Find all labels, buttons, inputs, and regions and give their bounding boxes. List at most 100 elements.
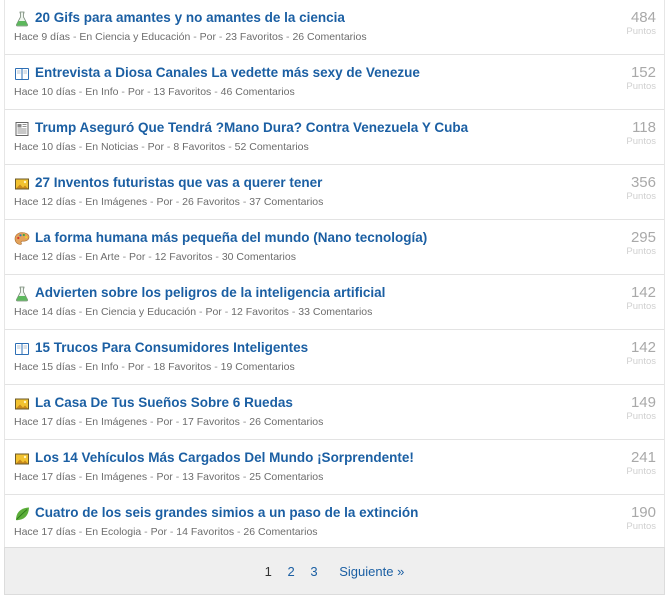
post-category: En Ciencia y Educación — [85, 306, 197, 318]
points-value: 241 — [630, 449, 656, 466]
post-age: Hace 14 días — [14, 306, 76, 318]
image-icon — [14, 396, 30, 412]
post-category: En Info — [85, 86, 119, 98]
post-age: Hace 17 días — [14, 471, 76, 483]
post-row: 15 Trucos Para Consumidores Inteligentes… — [5, 330, 664, 385]
post-comments: 46 Comentarios — [220, 86, 295, 98]
post-comments: 25 Comentarios — [249, 471, 324, 483]
post-points: 118 Puntos — [596, 119, 656, 148]
points-value: 295 — [630, 229, 656, 246]
post-category: En Arte — [85, 251, 120, 263]
post-category: En Imágenes — [85, 471, 148, 483]
points-label: Puntos — [626, 191, 656, 202]
points-value: 142 — [630, 339, 656, 356]
post-comments: 26 Comentarios — [249, 416, 324, 428]
points-value: 118 — [632, 119, 656, 136]
post-points: 152 Puntos — [596, 64, 656, 93]
post-author: Por — [127, 361, 145, 373]
post-category: En Info — [85, 361, 119, 373]
points-value: 152 — [630, 64, 656, 81]
post-author: Por — [156, 196, 173, 208]
image-icon — [14, 176, 30, 192]
post-author: Por — [129, 251, 146, 263]
post-author: Por — [199, 31, 216, 43]
post-row: 27 Inventos futuristas que vas a querer … — [5, 165, 664, 220]
post-age: Hace 9 días — [14, 31, 71, 43]
post-meta: Hace 12 días - En Arte - Por - 12 Favori… — [14, 251, 296, 263]
post-row: La Casa De Tus Sueños Sobre 6 Ruedas Hace… — [5, 385, 664, 440]
post-points: 356 Puntos — [596, 174, 656, 203]
post-points: 241 Puntos — [596, 449, 656, 478]
post-comments: 19 Comentarios — [220, 361, 295, 373]
post-title-link[interactable]: La Casa De Tus Sueños Sobre 6 Ruedas — [35, 395, 293, 410]
post-favorites: 14 Favoritos — [176, 526, 235, 538]
page-2-link[interactable]: 2 — [288, 564, 295, 579]
post-meta: Hace 17 días - En Ecologia - Por - 14 Fa… — [14, 526, 318, 538]
flask-icon — [14, 286, 30, 302]
post-author: Por — [156, 416, 173, 428]
next-page-link[interactable]: Siguiente » — [339, 564, 404, 579]
points-value: 190 — [630, 504, 656, 521]
post-favorites: 26 Favoritos — [182, 196, 240, 208]
post-favorites: 23 Favoritos — [225, 31, 284, 43]
post-row: Advierten sobre los peligros de la intel… — [5, 275, 664, 330]
points-label: Puntos — [626, 356, 656, 367]
post-title-link[interactable]: 27 Inventos futuristas que vas a querer … — [35, 175, 322, 190]
post-meta: Hace 12 días - En Imágenes - Por - 26 Fa… — [14, 196, 324, 208]
points-value: 484 — [630, 9, 656, 26]
post-row: La forma humana más pequeña del mundo (N… — [5, 220, 664, 275]
post-age: Hace 10 días — [14, 141, 76, 153]
page-3-link[interactable]: 3 — [310, 564, 317, 579]
post-age: Hace 10 días — [14, 86, 76, 98]
pagination: 1 2 3 Siguiente » — [4, 547, 665, 595]
post-category: En Imágenes — [85, 196, 148, 208]
post-meta: Hace 14 días - En Ciencia y Educación - … — [14, 306, 373, 318]
post-title-link[interactable]: 20 Gifs para amantes y no amantes de la … — [35, 10, 345, 25]
post-comments: 26 Comentarios — [292, 31, 367, 43]
post-category: En Ecologia — [85, 526, 142, 538]
post-row: Cuatro de los seis grandes simios a un p… — [5, 495, 664, 550]
post-points: 484 Puntos — [596, 9, 656, 38]
post-title-link[interactable]: Los 14 Vehículos Más Cargados Del Mundo … — [35, 450, 414, 465]
post-row: Trump Aseguró Que Tendrá ?Mano Dura? Con… — [5, 110, 664, 165]
post-favorites: 8 Favoritos — [173, 141, 226, 153]
post-favorites: 12 Favoritos — [154, 251, 213, 263]
points-label: Puntos — [626, 136, 656, 147]
points-label: Puntos — [626, 466, 656, 477]
post-age: Hace 15 días — [14, 361, 76, 373]
points-label: Puntos — [626, 81, 656, 92]
post-favorites: 13 Favoritos — [182, 471, 240, 483]
post-comments: 33 Comentarios — [298, 306, 373, 318]
post-title-link[interactable]: La forma humana más pequeña del mundo (N… — [35, 230, 427, 245]
book-icon — [14, 66, 30, 82]
post-category: En Noticias — [85, 141, 139, 153]
post-title-link[interactable]: 15 Trucos Para Consumidores Inteligentes — [35, 340, 308, 355]
points-label: Puntos — [626, 301, 656, 312]
newspaper-icon — [14, 121, 30, 137]
post-age: Hace 12 días — [14, 196, 76, 208]
post-category: En Ciencia y Educación — [79, 31, 191, 43]
post-points: 295 Puntos — [596, 229, 656, 258]
post-meta: Hace 9 días - En Ciencia y Educación - P… — [14, 31, 367, 43]
book-icon — [14, 341, 30, 357]
post-author: Por — [205, 306, 222, 318]
post-row: Los 14 Vehículos Más Cargados Del Mundo … — [5, 440, 664, 495]
post-title-link[interactable]: Entrevista a Diosa Canales La vedette má… — [35, 65, 420, 80]
post-points: 142 Puntos — [596, 339, 656, 368]
post-list: 20 Gifs para amantes y no amantes de la … — [4, 0, 665, 550]
flask-icon — [14, 11, 30, 27]
post-points: 142 Puntos — [596, 284, 656, 313]
post-author: Por — [147, 141, 165, 153]
post-comments: 52 Comentarios — [234, 141, 309, 153]
post-title-link[interactable]: Cuatro de los seis grandes simios a un p… — [35, 505, 418, 520]
points-label: Puntos — [626, 246, 656, 257]
palette-icon — [14, 231, 30, 247]
post-age: Hace 12 días — [14, 251, 76, 263]
post-meta: Hace 17 días - En Imágenes - Por - 17 Fa… — [14, 416, 324, 428]
post-comments: 30 Comentarios — [221, 251, 296, 263]
post-meta: Hace 10 días - En Noticias - Por - 8 Fav… — [14, 141, 309, 153]
post-favorites: 18 Favoritos — [153, 361, 212, 373]
post-points: 149 Puntos — [596, 394, 656, 423]
post-title-link[interactable]: Advierten sobre los peligros de la intel… — [35, 285, 385, 300]
post-title-link[interactable]: Trump Aseguró Que Tendrá ?Mano Dura? Con… — [35, 120, 468, 135]
